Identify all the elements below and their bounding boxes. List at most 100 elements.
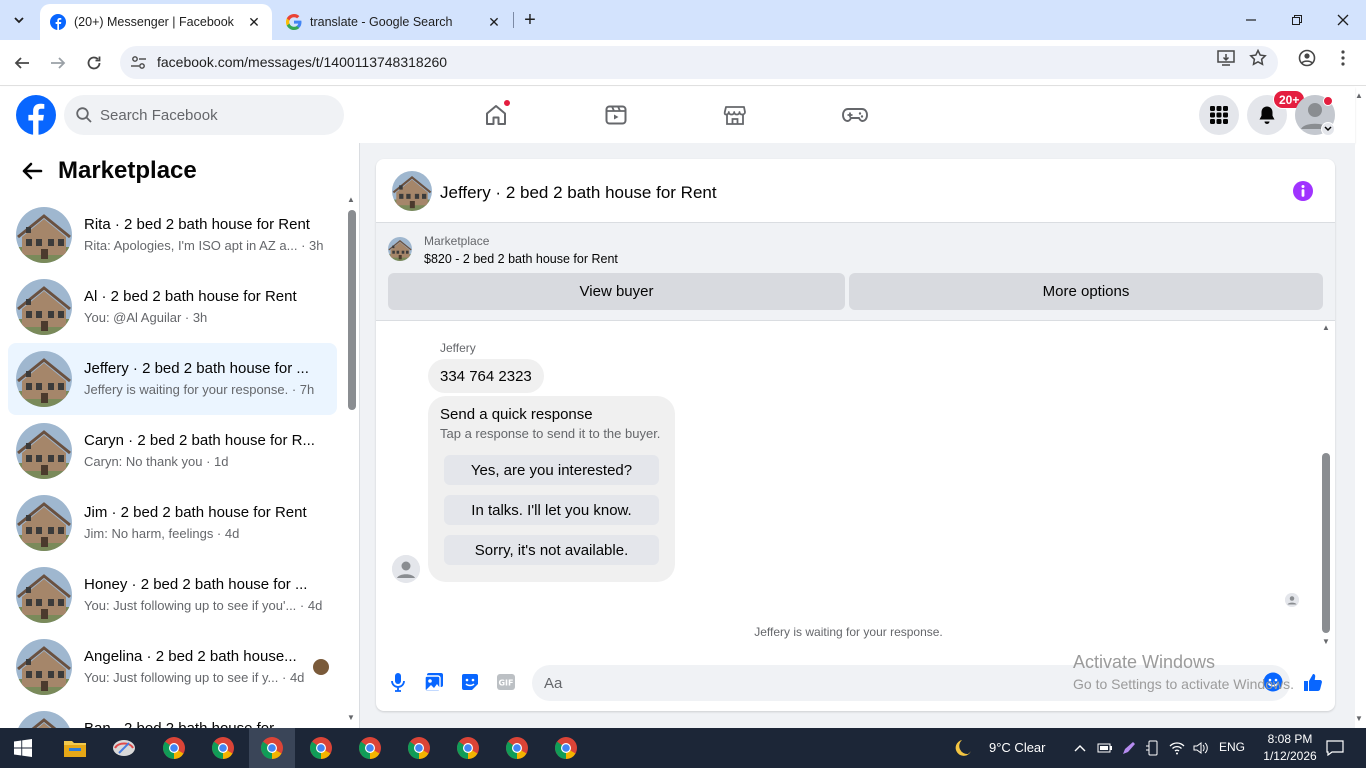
chrome-icon [260,737,283,759]
forward-arrow-icon[interactable] [45,50,71,76]
conversation-item[interactable]: Jim · 2 bed 2 bath house for Rent Jim: No… [8,487,337,559]
view-buyer-button[interactable]: View buyer [388,273,845,310]
tab-close-icon[interactable]: ✕ [484,12,504,32]
browser-menu-icon[interactable] [1332,47,1354,69]
network-app-icon[interactable] [101,728,147,768]
search-input[interactable] [100,95,330,135]
sidebar-scroll-up-icon[interactable]: ▲ [347,195,355,204]
sidebar-scrollbar[interactable] [348,210,356,410]
page-scroll-up-icon[interactable]: ▲ [1355,91,1363,100]
quick-response-in-talks-button[interactable]: In talks. I'll let you know. [444,495,659,525]
install-app-icon[interactable] [1215,47,1237,69]
chrome-taskbar-icon[interactable] [445,728,491,768]
address-bar[interactable]: facebook.com/messages/t/1400113748318260 [120,46,1278,79]
chrome-taskbar-icon[interactable] [543,728,589,768]
tab-messenger[interactable]: (20+) Messenger | Facebook ✕ [40,4,272,40]
device-icon[interactable] [1142,728,1164,768]
chat-scroll-down-icon[interactable]: ▼ [1322,637,1330,646]
chrome-taskbar-icon[interactable] [151,728,197,768]
profile-icon[interactable] [1296,47,1318,69]
bookmark-star-icon[interactable] [1247,47,1269,69]
battery-icon[interactable] [1094,728,1116,768]
site-settings-icon[interactable] [130,54,147,71]
message-input-wrapper [532,665,1290,701]
conversation-preview: You: Just following up to see if you'...… [84,598,323,613]
windows-start-icon[interactable] [0,728,46,768]
sticker-icon[interactable] [459,671,481,693]
marketplace-icon[interactable] [718,99,752,131]
chrome-taskbar-icon[interactable] [494,728,540,768]
emoji-icon[interactable] [1262,671,1284,693]
volume-icon[interactable] [1190,728,1212,768]
chrome-taskbar-icon[interactable] [396,728,442,768]
file-explorer-icon[interactable] [52,728,98,768]
tray-chevron-up-icon[interactable] [1068,728,1092,768]
quick-response-yes-button[interactable]: Yes, are you interested? [444,455,659,485]
chrome-taskbar-icon[interactable] [200,728,246,768]
new-tab-plus-icon[interactable]: + [518,8,542,32]
browser-tab-strip: (20+) Messenger | Facebook ✕ translate -… [0,0,1366,40]
conversation-avatar [16,639,72,695]
conversation-avatar [16,567,72,623]
message-composer: GIF [376,651,1335,711]
thumbs-up-icon[interactable] [1302,671,1324,693]
reload-icon[interactable] [81,50,107,76]
microphone-icon[interactable] [387,671,409,693]
conversation-preview: Rita: Apologies, I'm ISO apt in AZ a... … [84,238,324,253]
tab-close-icon[interactable]: ✕ [244,12,264,32]
close-window-icon[interactable] [1320,0,1366,40]
quick-response-not-available-button[interactable]: Sorry, it's not available. [444,535,659,565]
clock-time[interactable]: 8:08 PM [1260,732,1320,746]
home-notification-dot [503,99,511,107]
google-favicon-icon [286,14,302,30]
weather-text[interactable]: 9°C Clear [989,740,1046,755]
tab-google-search[interactable]: translate - Google Search ✕ [276,4,512,40]
sender-avatar [392,555,420,583]
conversation-item[interactable]: Al · 2 bed 2 bath house for Rent You: @Al… [8,271,337,343]
conversation-item[interactable]: Jeffery · 2 bed 2 bath house for ... Jeff… [8,343,337,415]
minimize-icon[interactable] [1228,0,1274,40]
menu-grid-icon[interactable] [1199,95,1239,135]
conversation-name: Jeffery · 2 bed 2 bath house for ... [84,360,309,377]
back-arrow-icon[interactable] [20,159,44,183]
conversation-item[interactable]: Rita · 2 bed 2 bath house for Rent Rita: … [8,199,337,271]
facebook-search[interactable] [64,95,344,135]
conversation-item[interactable]: Angelina · 2 bed 2 bath house... You: Jus… [8,631,337,703]
photo-icon[interactable] [423,671,445,693]
conversation-item[interactable]: Honey · 2 bed 2 bath house for ... You: J… [8,559,337,631]
gif-icon[interactable]: GIF [495,671,517,693]
chrome-taskbar-icon[interactable] [249,728,295,768]
back-arrow-icon[interactable] [9,50,35,76]
url-text: facebook.com/messages/t/1400113748318260 [157,54,448,70]
facebook-logo-icon[interactable] [16,95,56,135]
conversation-item[interactable]: Caryn · 2 bed 2 bath house for R... Caryn… [8,415,337,487]
wifi-icon[interactable] [1166,728,1188,768]
restore-icon[interactable] [1274,0,1320,40]
chat-avatar[interactable] [392,171,432,211]
chrome-taskbar-icon[interactable] [347,728,393,768]
more-options-button[interactable]: More options [849,273,1323,310]
message-bubble[interactable]: 334 764 2323 [428,359,544,393]
chrome-taskbar-icon[interactable] [298,728,344,768]
listing-title[interactable]: $820 - 2 bed 2 bath house for Rent [424,252,618,266]
conversation-avatar [16,279,72,335]
clock-date[interactable]: 1/12/2026 [1255,749,1325,763]
gaming-icon[interactable] [838,99,872,131]
conversation-avatar [16,207,72,263]
chat-scrollbar[interactable] [1322,453,1330,633]
message-input[interactable] [544,665,1244,701]
page-scroll-down-icon[interactable]: ▼ [1355,714,1363,723]
tab-search-chevron-icon[interactable] [6,7,32,33]
chat-scroll-up-icon[interactable]: ▲ [1322,323,1330,332]
language-indicator[interactable]: ENG [1219,740,1245,754]
svg-text:GIF: GIF [498,679,513,688]
conversation-name: Rita · 2 bed 2 bath house for Rent [84,216,310,233]
account-chevron-down-icon[interactable] [1321,122,1335,136]
weather-moon-icon[interactable] [946,728,982,768]
notification-center-icon[interactable] [1320,728,1350,768]
pen-icon[interactable] [1118,728,1140,768]
video-icon[interactable] [599,99,633,131]
info-icon[interactable] [1293,181,1313,201]
chat-title[interactable]: Jeffery · 2 bed 2 bath house for Rent [440,183,717,203]
sidebar-scroll-down-icon[interactable]: ▼ [347,713,355,722]
